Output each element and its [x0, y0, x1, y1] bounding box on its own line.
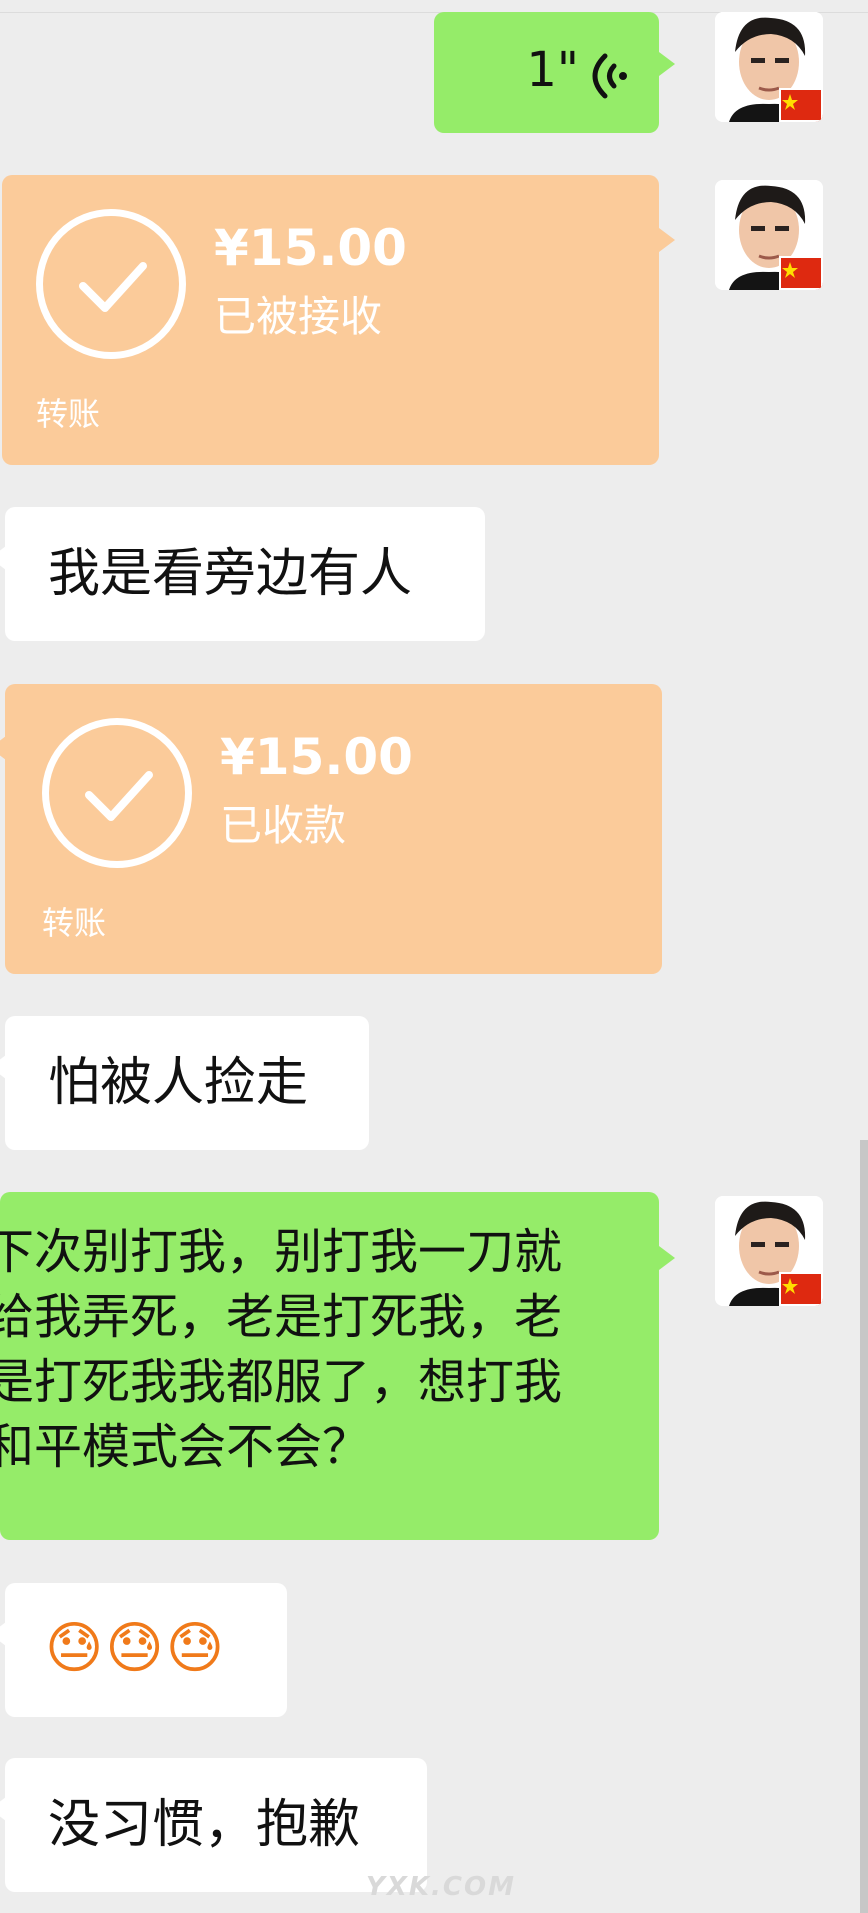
- emoji-text: 😓😓😓: [45, 1616, 227, 1681]
- scrollbar[interactable]: [860, 1140, 868, 1913]
- watermark: YXK.COM: [366, 1872, 516, 1902]
- avatar[interactable]: [715, 12, 823, 122]
- message-bubble-tail: [659, 1246, 675, 1270]
- voice-duration: 1": [526, 42, 579, 98]
- transfer-status: 已收款: [220, 801, 347, 850]
- message-line: 是打死我我都服了，想打我: [0, 1354, 563, 1410]
- voice-message-bubble[interactable]: 1": [434, 12, 659, 133]
- transfer-label: 转账: [42, 904, 107, 942]
- message-text: 下次别打我，别打我一刀就 给我弄死，老是打死我，老 是打死我我都服了，想打我 和…: [0, 1220, 626, 1480]
- message-line: 给我弄死，老是打死我，老: [0, 1289, 563, 1345]
- message-line: 和平模式会不会？: [0, 1419, 371, 1475]
- transfer-card-sent[interactable]: ¥15.00 已被接收 转账: [2, 175, 659, 465]
- received-message-bubble[interactable]: 怕被人捡走: [5, 1016, 369, 1150]
- transfer-status: 已被接收: [214, 292, 383, 341]
- avatar[interactable]: [715, 180, 823, 290]
- check-circle-icon: [42, 718, 192, 868]
- avatar[interactable]: [715, 1196, 823, 1306]
- transfer-card-received[interactable]: ¥15.00 已收款 转账: [5, 684, 662, 974]
- received-message-bubble[interactable]: 没习惯，抱歉: [5, 1758, 427, 1892]
- check-circle-icon: [36, 209, 186, 359]
- sent-message-bubble[interactable]: 下次别打我，别打我一刀就 给我弄死，老是打死我，老 是打死我我都服了，想打我 和…: [0, 1192, 659, 1540]
- message-line: 下次别打我，别打我一刀就: [0, 1224, 563, 1280]
- transfer-label: 转账: [36, 395, 101, 433]
- china-flag-icon: [779, 88, 823, 122]
- received-message-bubble[interactable]: 我是看旁边有人: [5, 507, 485, 641]
- transfer-amount: ¥15.00: [220, 728, 413, 786]
- message-text: 我是看旁边有人: [48, 544, 413, 604]
- message-text: 怕被人捡走: [48, 1053, 309, 1113]
- transfer-bubble-tail: [659, 228, 675, 252]
- voice-wave-icon: [592, 53, 627, 99]
- china-flag-icon: [779, 256, 823, 290]
- china-flag-icon: [779, 1272, 823, 1306]
- voice-bubble-tail: [659, 52, 675, 76]
- received-message-bubble[interactable]: 😓😓😓: [5, 1583, 287, 1717]
- transfer-amount: ¥15.00: [214, 219, 407, 277]
- message-text: 没习惯，抱歉: [48, 1795, 361, 1855]
